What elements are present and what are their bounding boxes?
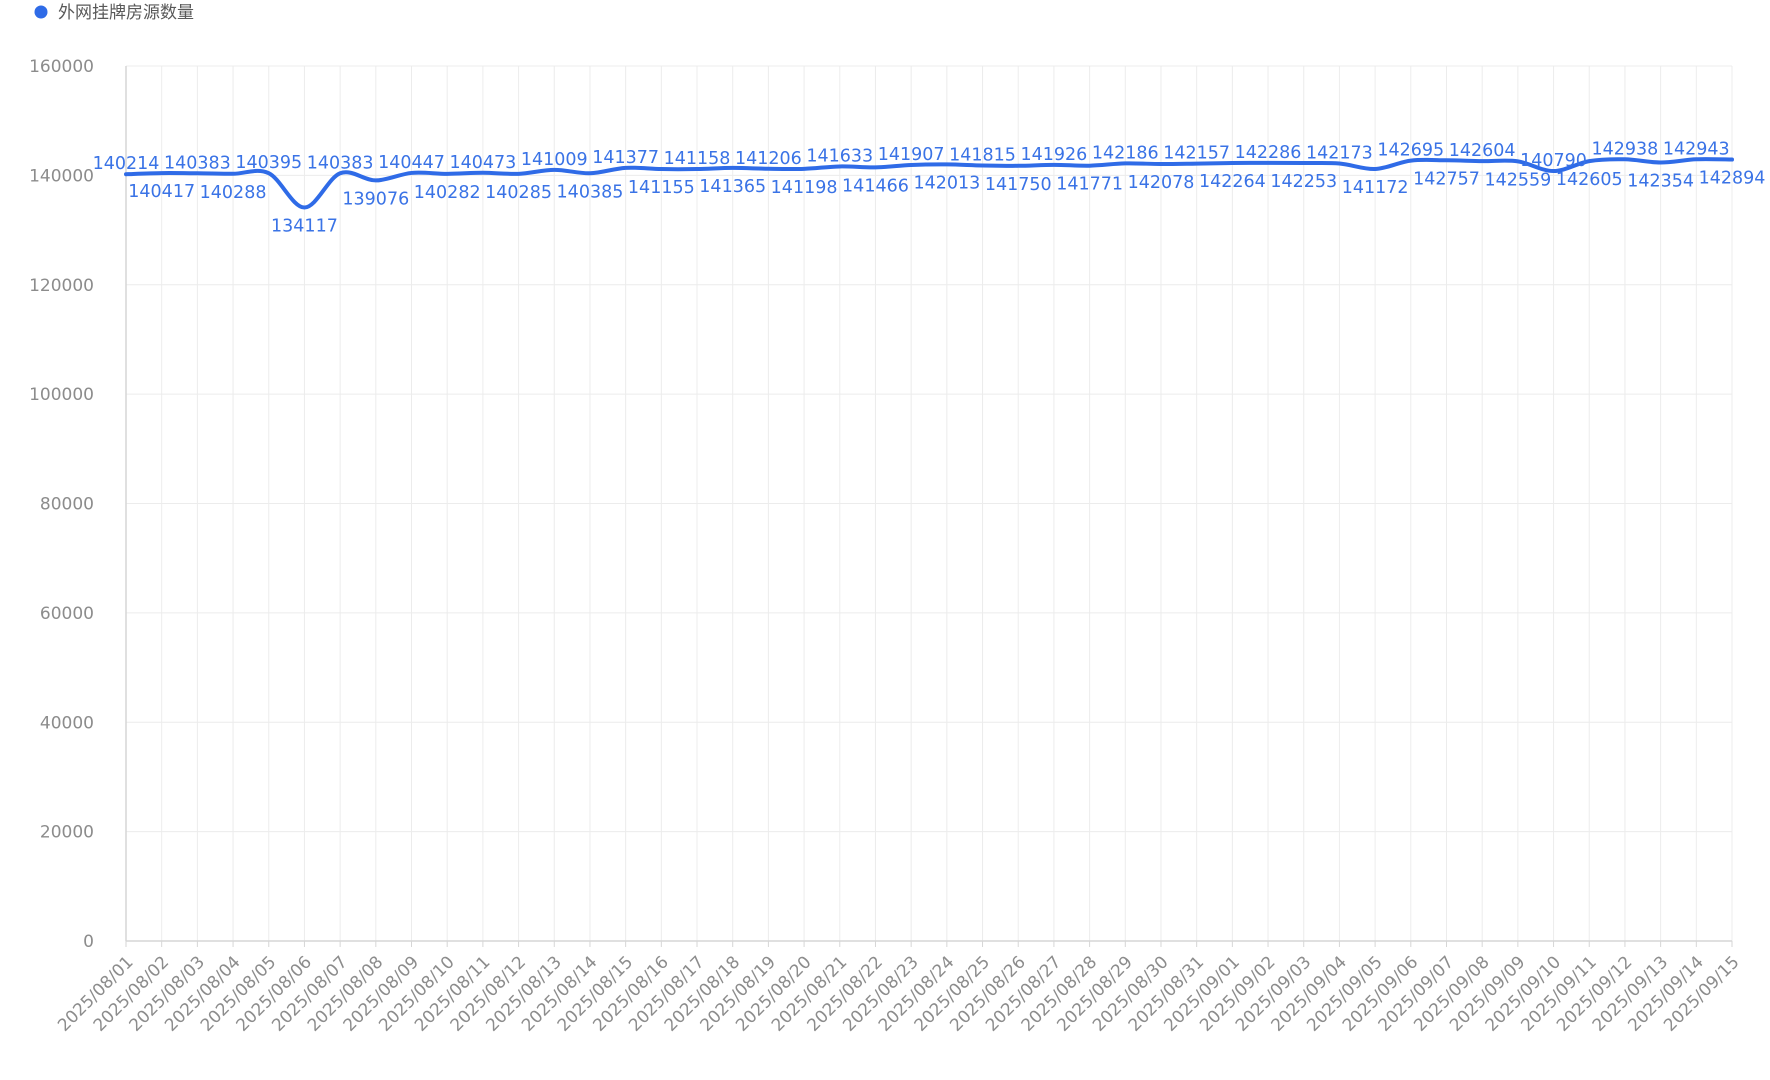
data-label: 142264 xyxy=(1199,172,1266,192)
data-label: 140383 xyxy=(307,153,374,173)
data-label: 141466 xyxy=(842,176,909,196)
data-label: 140790 xyxy=(1520,151,1587,171)
data-label: 142757 xyxy=(1413,169,1480,189)
data-label: 142013 xyxy=(913,173,980,193)
data-label: 141155 xyxy=(628,178,695,198)
data-label: 142078 xyxy=(1128,173,1195,193)
legend-marker-icon xyxy=(34,5,48,19)
legend[interactable]: 外网挂牌房源数量 xyxy=(34,3,195,23)
chart-svg: 外网挂牌房源数量 0 20000 40000 60000 80000 100000 1200… xyxy=(29,3,1766,1036)
data-label: 141771 xyxy=(1056,175,1123,195)
data-label: 140447 xyxy=(378,153,445,173)
data-label: 141365 xyxy=(699,177,766,197)
data-label: 142157 xyxy=(1163,144,1230,164)
data-label: 140383 xyxy=(164,153,231,173)
data-label: 141172 xyxy=(1342,178,1409,198)
data-label: 140282 xyxy=(414,183,481,203)
x-axis-ticks: 2025/08/012025/08/022025/08/032025/08/04… xyxy=(54,952,1743,1035)
data-label: 141198 xyxy=(771,178,838,198)
data-label: 142253 xyxy=(1270,172,1337,192)
y-tick-label: 120000 xyxy=(29,276,94,296)
y-tick-label: 80000 xyxy=(40,495,94,515)
y-tick-label: 60000 xyxy=(40,604,94,624)
data-label: 141377 xyxy=(592,148,659,168)
data-point[interactable] xyxy=(1370,164,1380,174)
data-label: 141158 xyxy=(664,149,731,169)
data-label: 142604 xyxy=(1449,141,1516,161)
data-label: 142286 xyxy=(1235,143,1302,163)
data-label: 140385 xyxy=(557,182,624,202)
data-label: 142938 xyxy=(1592,139,1659,159)
data-label: 140417 xyxy=(128,182,195,202)
data-label: 142894 xyxy=(1699,169,1766,189)
data-labels: 140214 140417 140383 140288 140395 134117 1403… xyxy=(93,139,1766,236)
data-label: 142695 xyxy=(1377,141,1444,161)
data-label: 140214 xyxy=(93,154,160,174)
data-point[interactable] xyxy=(299,203,309,213)
data-label: 142173 xyxy=(1306,143,1373,163)
data-label: 142186 xyxy=(1092,143,1159,163)
data-label: 142605 xyxy=(1556,170,1623,190)
y-tick-label: 160000 xyxy=(29,57,94,77)
y-tick-label: 20000 xyxy=(40,823,94,843)
data-label: 141633 xyxy=(806,146,873,166)
y-tick-label: 40000 xyxy=(40,713,94,733)
data-label: 140285 xyxy=(485,183,552,203)
data-label: 140473 xyxy=(449,153,516,173)
data-label: 142559 xyxy=(1484,170,1551,190)
data-label: 141907 xyxy=(878,145,945,165)
y-tick-label: 100000 xyxy=(29,385,94,405)
data-label: 141009 xyxy=(521,150,588,170)
data-label: 139076 xyxy=(342,189,409,209)
data-label: 141750 xyxy=(985,175,1052,195)
y-tick-label: 0 xyxy=(83,932,94,952)
data-label: 141926 xyxy=(1021,145,1088,165)
data-label: 142354 xyxy=(1627,172,1694,192)
y-tick-label: 140000 xyxy=(29,166,94,186)
y-axis-ticks: 0 20000 40000 60000 80000 100000 120000 140000 1… xyxy=(29,57,94,952)
line-chart: 外网挂牌房源数量 0 20000 40000 60000 80000 100000 1200… xyxy=(0,0,1770,1080)
data-label: 141815 xyxy=(949,145,1016,165)
data-label: 140395 xyxy=(235,153,302,173)
data-label: 141206 xyxy=(735,149,802,169)
legend-label: 外网挂牌房源数量 xyxy=(58,3,194,23)
data-label: 140288 xyxy=(200,183,267,203)
data-point[interactable] xyxy=(371,175,381,185)
data-label: 142943 xyxy=(1663,139,1730,159)
data-label: 134117 xyxy=(271,217,338,237)
